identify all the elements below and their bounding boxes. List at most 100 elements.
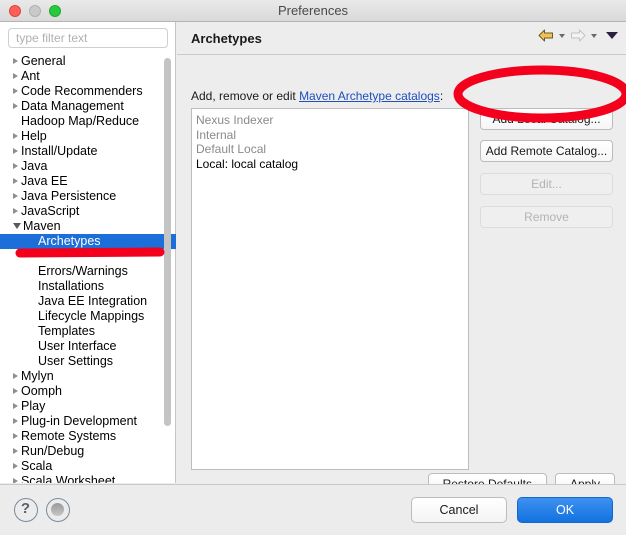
chevron-right-icon[interactable] [13,372,18,379]
edit-catalog-button: Edit... [480,173,613,195]
sidebar-item-plug-in-development[interactable]: Plug-in Development [0,414,176,429]
title-bar: Preferences [0,0,626,22]
list-item[interactable]: Nexus Indexer [196,113,468,128]
chevron-right-icon[interactable] [13,57,18,64]
sidebar-item-code-recommenders[interactable]: Code Recommenders [0,84,176,99]
circle-dot-icon[interactable] [46,498,70,522]
add-remote-catalog-button[interactable]: Add Remote Catalog... [480,140,613,162]
chevron-right-icon[interactable] [13,147,18,154]
sidebar-item-scala-worksheet[interactable]: Scala Worksheet [0,474,176,483]
list-item[interactable]: Default Local [196,142,468,157]
cancel-button[interactable]: Cancel [411,497,507,523]
question-mark-icon[interactable] [14,498,38,522]
sidebar-item-install-update[interactable]: Install/Update [0,144,176,159]
sidebar-item-java-persistence[interactable]: Java Persistence [0,189,176,204]
sidebar-item-javascript[interactable]: JavaScript [0,204,176,219]
sidebar-item-archetypes[interactable]: Archetypes [0,234,176,249]
sidebar-item-label: Java EE [21,174,68,188]
sidebar-item-user-settings[interactable]: User Settings [0,354,176,369]
chevron-right-icon[interactable] [13,207,18,214]
sidebar-item-label: Templates [38,324,95,338]
sidebar-item-label: Run/Debug [21,444,85,458]
sidebar-item-templates[interactable]: Templates [0,324,176,339]
back-arrow-icon[interactable] [538,29,554,42]
chevron-right-icon[interactable] [13,432,18,439]
maven-archetype-catalogs-link[interactable]: Maven Archetype catalogs [299,89,440,103]
sidebar-item-scala[interactable]: Scala [0,459,176,474]
sidebar-item-maven[interactable]: Maven [0,219,176,234]
dialog-bottom-bar: Cancel OK [0,484,626,535]
sidebar-item-label: Hadoop Map/Reduce [21,114,140,128]
ok-button[interactable]: OK [517,497,613,523]
sidebar-item-hadoop-map-reduce[interactable]: Hadoop Map/Reduce [0,114,176,129]
sidebar-item-obscured-13[interactable] [0,249,176,264]
preferences-window: Preferences GeneralAntCode RecommendersD… [0,0,626,535]
chevron-down-icon[interactable] [13,222,21,229]
chevron-right-icon[interactable] [13,72,18,79]
chevron-right-icon[interactable] [13,132,18,139]
sidebar-item-java-ee[interactable]: Java EE [0,174,176,189]
description-prefix: Add, remove or edit [191,89,300,103]
sidebar-item-java-ee-integration[interactable]: Java EE Integration [0,294,176,309]
back-history-chevron-down-icon[interactable] [559,33,565,38]
sidebar-item-label: JavaScript [21,204,80,218]
chevron-right-icon[interactable] [13,177,18,184]
list-item[interactable]: Local: local catalog [196,157,468,172]
sidebar-item-label: Help [21,129,47,143]
sidebar-item-oomph[interactable]: Oomph [0,384,176,399]
sidebar-item-label: Java Persistence [21,189,117,203]
sidebar-item-lifecycle-mappings[interactable]: Lifecycle Mappings [0,309,176,324]
sidebar-item-label: Java EE Integration [38,294,148,308]
sidebar-item-play[interactable]: Play [0,399,176,414]
sidebar-item-label: Maven [23,219,61,233]
preferences-tree[interactable]: General Ant Code Recommenders Data Manageme… [0,54,176,483]
chevron-right-icon[interactable] [13,192,18,199]
sidebar-item-label: Installations [38,279,105,293]
forward-arrow-icon [571,29,586,42]
forward-history-chevron-down-icon[interactable] [591,33,597,38]
chevron-right-icon[interactable] [13,402,18,409]
sidebar-item-ant[interactable]: Ant [0,69,176,84]
sidebar-item-label: Scala Worksheet [21,474,116,483]
sidebar-item-label: User Interface [38,339,117,353]
chevron-right-icon[interactable] [13,417,18,424]
sidebar-item-mylyn[interactable]: Mylyn [0,369,176,384]
chevron-right-icon[interactable] [13,387,18,394]
panel-body: Add, remove or edit Maven Archetype cata… [177,56,626,495]
sidebar-item-remote-systems[interactable]: Remote Systems [0,429,176,444]
sidebar-item-help[interactable]: Help [0,129,176,144]
sidebar-item-label: Archetypes [38,234,101,248]
sidebar-item-run-debug[interactable]: Run/Debug [0,444,176,459]
sidebar-item-label: Mylyn [21,369,54,383]
list-item[interactable]: Internal [196,128,468,143]
sidebar-item-general[interactable]: General [0,54,176,69]
catalog-action-buttons: Add Local Catalog... Add Remote Catalog.… [480,108,616,238]
sidebar-item-user-interface[interactable]: User Interface [0,339,176,354]
search-input[interactable] [8,28,168,48]
chevron-right-icon[interactable] [13,87,18,94]
sidebar-item-label: Plug-in Development [21,414,138,428]
sidebar-item-java[interactable]: Java [0,159,176,174]
chevron-right-icon[interactable] [13,162,18,169]
sidebar-item-label: Remote Systems [21,429,117,443]
sidebar-item-label: Errors/Warnings [38,264,128,278]
sidebar-item-installations[interactable]: Installations [0,279,176,294]
dialog-action-buttons: Cancel OK [411,497,613,523]
chevron-right-icon[interactable] [13,447,18,454]
sidebar-scrollbar[interactable] [164,58,171,426]
sidebar-item-data-management[interactable]: Data Management [0,99,176,114]
description-suffix: : [439,89,444,103]
sidebar-item-label: Ant [21,69,40,83]
chevron-right-icon[interactable] [13,102,18,109]
preferences-sidebar: GeneralAntCode RecommendersData Manageme… [0,22,176,483]
add-local-catalog-button[interactable]: Add Local Catalog... [480,108,613,130]
chevron-right-icon[interactable] [13,477,18,483]
sidebar-item-label: Install/Update [21,144,98,158]
sidebar-item-label: Play [21,399,46,413]
archetype-catalog-list[interactable]: Nexus Indexer Internal Default Local Local:… [191,108,469,470]
sidebar-item-label: Oomph [21,384,62,398]
panel-nav-icons [538,29,618,42]
chevron-right-icon[interactable] [13,462,18,469]
sidebar-item-errors-warnings[interactable]: Errors/Warnings [0,264,176,279]
panel-menu-chevron-down-icon[interactable] [606,32,618,39]
